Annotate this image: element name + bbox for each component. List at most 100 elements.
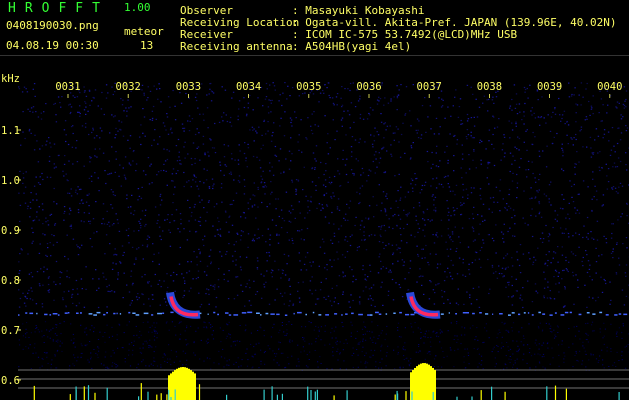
noise-speck bbox=[238, 175, 241, 177]
noise-speck bbox=[545, 322, 547, 324]
noise-speck bbox=[616, 331, 618, 333]
noise-speck bbox=[548, 198, 550, 200]
noise-speck bbox=[516, 197, 518, 199]
noise-speck bbox=[574, 166, 576, 168]
noise-speck bbox=[234, 344, 237, 346]
noise-speck bbox=[515, 121, 517, 123]
noise-speck bbox=[70, 209, 72, 212]
noise-speck bbox=[417, 137, 420, 139]
noise-speck bbox=[155, 118, 157, 120]
noise-speck bbox=[343, 217, 345, 219]
noise-speck bbox=[55, 121, 58, 123]
noise-speck bbox=[166, 273, 168, 275]
noise-speck bbox=[342, 326, 344, 328]
noise-speck bbox=[85, 122, 87, 125]
carrier-segment bbox=[549, 314, 553, 316]
noise-speck bbox=[352, 281, 354, 283]
noise-speck bbox=[182, 277, 185, 279]
noise-speck bbox=[528, 252, 530, 254]
noise-speck bbox=[271, 219, 274, 221]
noise-speck bbox=[624, 346, 626, 348]
noise-speck bbox=[123, 332, 125, 334]
noise-speck bbox=[573, 326, 575, 328]
noise-speck bbox=[238, 108, 240, 110]
noise-speck bbox=[486, 330, 488, 332]
noise-speck bbox=[211, 178, 214, 180]
noise-speck bbox=[287, 255, 290, 257]
noise-speck bbox=[212, 330, 214, 332]
noise-speck bbox=[383, 247, 385, 250]
noise-speck bbox=[133, 345, 135, 346]
noise-speck bbox=[245, 115, 248, 117]
noise-speck bbox=[559, 227, 562, 229]
carrier-segment bbox=[207, 313, 209, 315]
noise-speck bbox=[244, 330, 246, 332]
noise-speck bbox=[30, 368, 32, 369]
noise-speck bbox=[148, 298, 150, 300]
noise-speck bbox=[557, 344, 560, 346]
noise-speck bbox=[65, 140, 67, 143]
noise-speck bbox=[238, 181, 241, 183]
level-spike bbox=[504, 391, 506, 400]
noise-speck bbox=[563, 269, 565, 271]
noise-speck bbox=[312, 152, 315, 154]
noise-speck bbox=[586, 82, 588, 85]
noise-speck bbox=[137, 293, 139, 295]
noise-speck bbox=[413, 207, 415, 209]
noise-speck bbox=[32, 220, 34, 222]
noise-speck bbox=[530, 187, 532, 189]
noise-speck bbox=[507, 266, 509, 268]
noise-speck bbox=[213, 206, 216, 208]
noise-speck bbox=[613, 145, 615, 147]
noise-speck bbox=[365, 286, 367, 288]
noise-speck bbox=[207, 338, 209, 340]
noise-speck bbox=[512, 340, 514, 342]
noise-speck bbox=[362, 340, 364, 342]
noise-speck bbox=[281, 104, 283, 107]
noise-speck bbox=[502, 233, 505, 235]
noise-speck bbox=[426, 208, 429, 210]
noise-speck bbox=[163, 169, 165, 172]
noise-speck bbox=[327, 133, 329, 135]
noise-speck bbox=[166, 321, 168, 323]
noise-speck bbox=[209, 83, 211, 85]
noise-speck bbox=[115, 158, 117, 160]
noise-speck bbox=[113, 254, 115, 256]
noise-speck bbox=[42, 223, 44, 225]
noise-speck bbox=[278, 348, 280, 350]
noise-speck bbox=[147, 235, 149, 237]
noise-speck bbox=[562, 155, 564, 157]
noise-speck bbox=[145, 223, 147, 226]
noise-speck bbox=[270, 102, 272, 104]
noise-speck bbox=[359, 341, 361, 343]
noise-speck bbox=[305, 269, 308, 271]
noise-speck bbox=[38, 206, 40, 208]
noise-speck bbox=[385, 214, 388, 216]
noise-speck bbox=[43, 335, 45, 337]
noise-speck bbox=[474, 251, 477, 253]
noise-speck bbox=[435, 177, 438, 179]
noise-speck bbox=[441, 105, 444, 107]
noise-speck bbox=[342, 291, 344, 293]
noise-speck bbox=[370, 234, 373, 236]
noise-speck bbox=[294, 217, 296, 219]
noise-speck bbox=[328, 82, 330, 84]
noise-speck bbox=[144, 135, 146, 137]
noise-speck bbox=[369, 114, 371, 116]
noise-speck bbox=[344, 256, 346, 258]
noise-speck bbox=[333, 235, 336, 237]
noise-speck bbox=[139, 227, 142, 229]
noise-speck bbox=[344, 219, 347, 221]
noise-speck bbox=[40, 268, 42, 270]
noise-speck bbox=[128, 228, 130, 230]
noise-speck bbox=[53, 163, 55, 165]
noise-speck bbox=[590, 231, 592, 233]
noise-speck bbox=[143, 94, 145, 96]
noise-speck bbox=[156, 88, 158, 90]
noise-speck bbox=[404, 196, 407, 198]
noise-speck bbox=[120, 185, 122, 187]
noise-speck bbox=[297, 290, 299, 292]
noise-speck bbox=[80, 343, 82, 345]
noise-speck bbox=[153, 335, 156, 337]
noise-speck bbox=[337, 170, 339, 172]
